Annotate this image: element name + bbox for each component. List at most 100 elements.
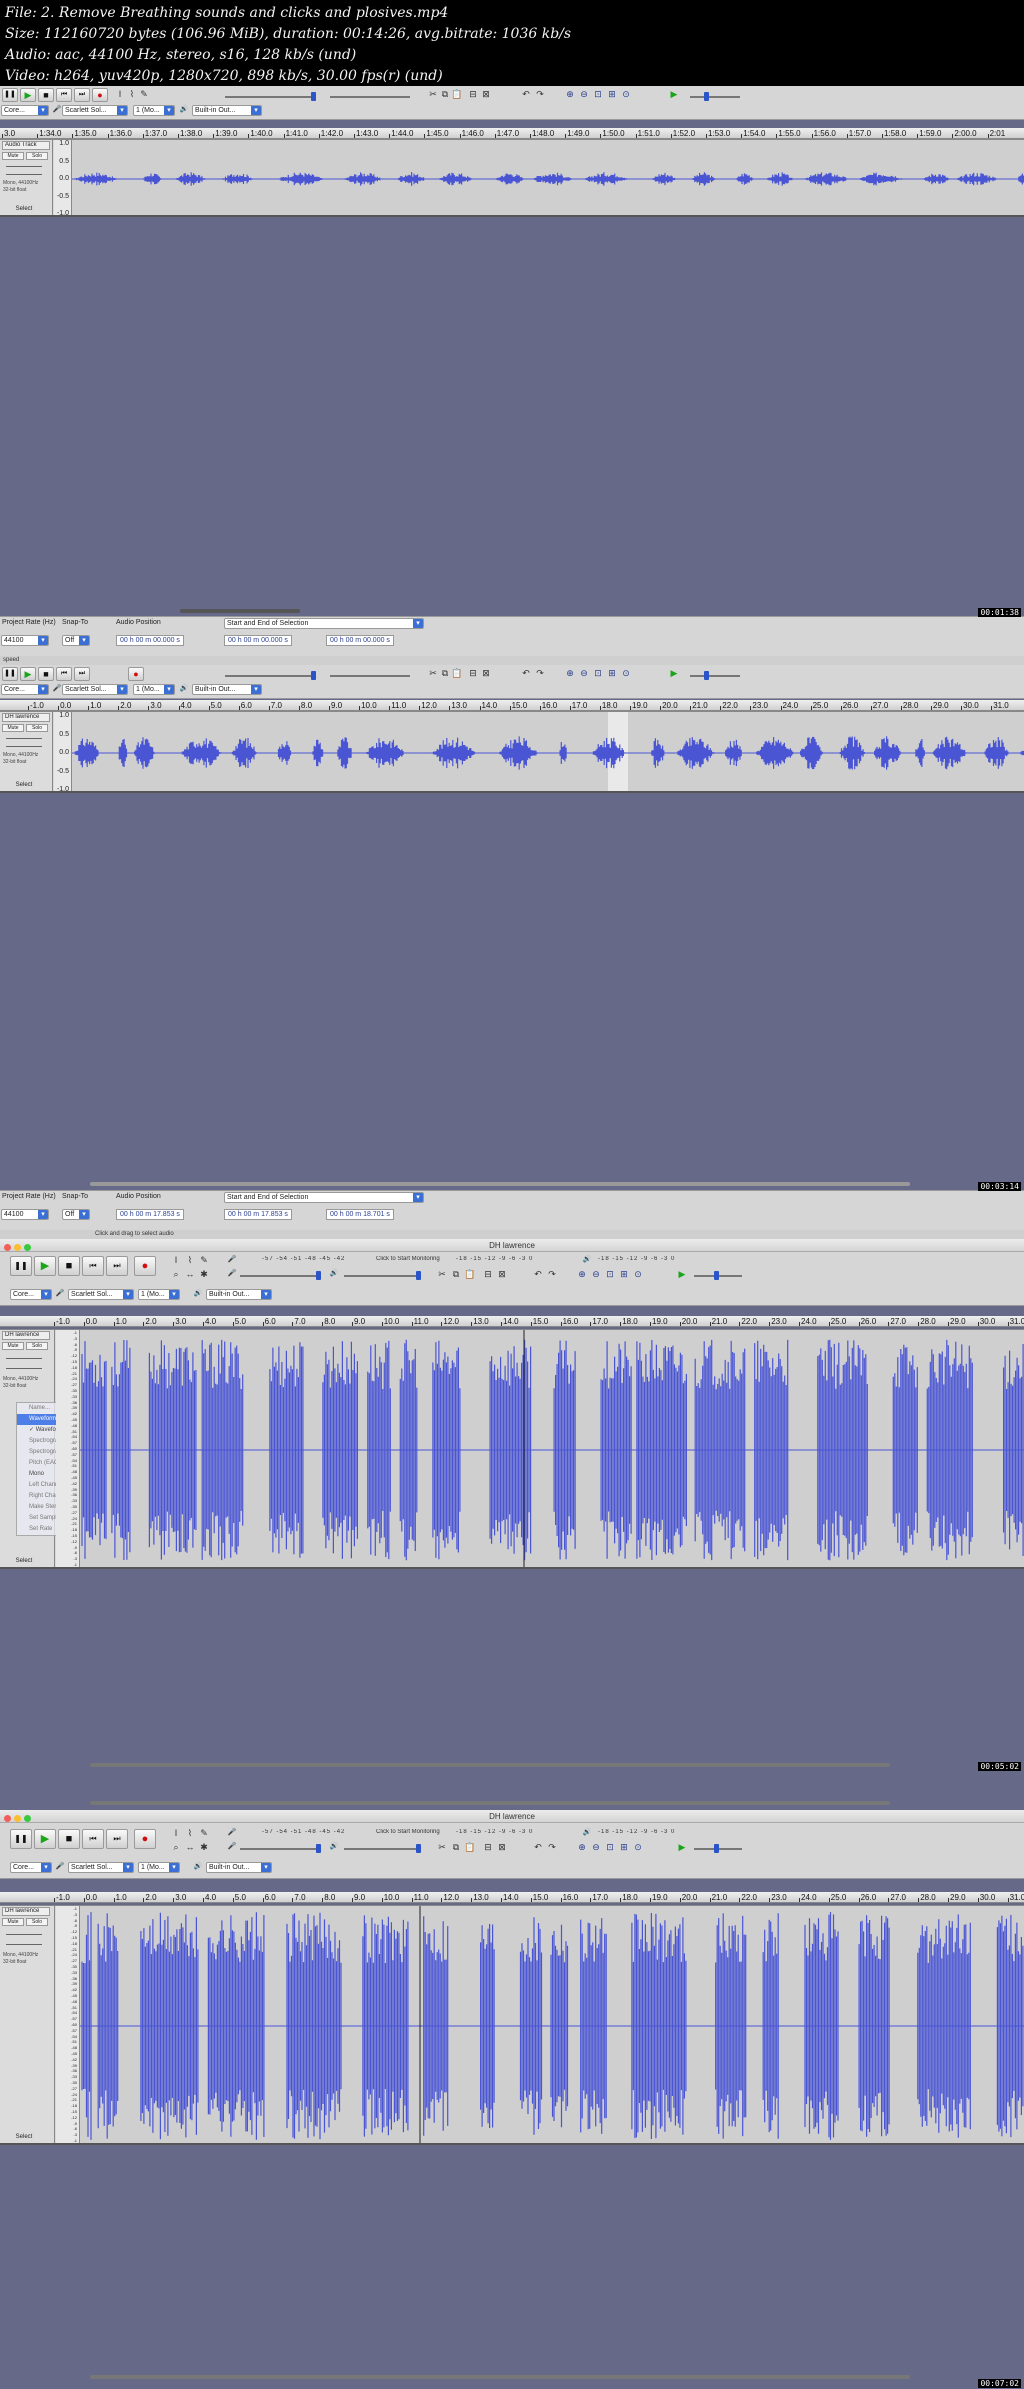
project-rate-combo[interactable]: 44100	[1, 1209, 49, 1220]
pan-slider[interactable]	[6, 1944, 42, 1945]
multi-tool-icon[interactable]: ✱	[198, 1268, 210, 1280]
play-button[interactable]: ▶	[34, 1256, 56, 1276]
monitor-label[interactable]: Click to Start Monitoring	[376, 1829, 440, 1839]
input-volume-slider[interactable]	[240, 1844, 321, 1853]
undo-icon[interactable]: ↶	[532, 1268, 544, 1280]
skip-end-button[interactable]: ⏭	[74, 88, 90, 102]
horizontal-scrollbar[interactable]	[90, 1763, 890, 1767]
audio-host-combo[interactable]: Core...	[10, 1289, 52, 1300]
gain-slider[interactable]	[6, 738, 42, 739]
stop-button[interactable]: ■	[38, 88, 54, 102]
selection-mode-combo[interactable]: Start and End of Selection	[224, 618, 424, 629]
cut-icon[interactable]: ✂	[427, 88, 439, 100]
paste-icon[interactable]: 📋	[464, 1268, 476, 1280]
output-volume-slider[interactable]	[344, 1271, 421, 1280]
pan-slider[interactable]	[6, 746, 42, 747]
zoom-window-icon[interactable]	[24, 1244, 31, 1251]
selection-start-field[interactable]: 00 h 00 m 00.000 s	[224, 635, 292, 646]
zoom-out-icon[interactable]: ⊖	[590, 1268, 602, 1280]
playback-device-combo[interactable]: Built-in Out...	[206, 1289, 272, 1300]
fit-selection-icon[interactable]: ⊡	[592, 667, 604, 679]
input-volume-slider[interactable]	[240, 1271, 321, 1280]
monitor-label[interactable]: Click to Start Monitoring	[376, 1256, 440, 1266]
audio-host-combo[interactable]: Core...	[1, 684, 49, 695]
horizontal-scrollbar[interactable]	[180, 609, 300, 613]
zoom-toggle-icon[interactable]: ⊙	[632, 1841, 644, 1853]
project-rate-combo[interactable]: 44100	[1, 635, 49, 646]
track-name-menu[interactable]: DH lawrence	[2, 1907, 50, 1916]
undo-icon[interactable]: ↶	[520, 667, 532, 679]
zoom-out-icon[interactable]: ⊖	[578, 88, 590, 100]
select-button[interactable]: Select	[4, 781, 44, 789]
zoom-out-icon[interactable]: ⊖	[578, 667, 590, 679]
skip-start-button[interactable]: ⏮	[82, 1829, 104, 1849]
play-speed-slider[interactable]	[690, 671, 740, 680]
recording-channels-combo[interactable]: 1 (Mo...	[133, 105, 175, 116]
horizontal-scrollbar[interactable]	[90, 1182, 910, 1186]
horizontal-scrollbar[interactable]	[90, 1801, 890, 1805]
input-meter[interactable]	[225, 671, 316, 680]
play-at-speed-icon[interactable]: ▶	[676, 1841, 688, 1853]
mute-button[interactable]: Mute	[2, 724, 24, 732]
audio-position-field[interactable]: 00 h 00 m 17.853 s	[116, 1209, 184, 1220]
envelope-tool-icon[interactable]: ⌇	[184, 1827, 196, 1839]
zoom-tool-icon[interactable]: ⌕	[170, 1268, 182, 1280]
gain-slider[interactable]	[6, 166, 42, 167]
timeshift-tool-icon[interactable]: ↔	[184, 1841, 196, 1853]
audio-position-field[interactable]: 00 h 00 m 00.000 s	[116, 635, 184, 646]
fit-project-icon[interactable]: ⊞	[606, 88, 618, 100]
recording-device-combo[interactable]: Scarlett Sol...	[62, 105, 128, 116]
record-button[interactable]: ●	[134, 1829, 156, 1849]
mute-button[interactable]: Mute	[2, 1918, 24, 1926]
silence-icon[interactable]: ⊠	[496, 1268, 508, 1280]
stop-button[interactable]: ■	[58, 1829, 80, 1849]
zoom-toggle-icon[interactable]: ⊙	[620, 667, 632, 679]
input-meter[interactable]	[225, 92, 316, 101]
recording-device-combo[interactable]: Scarlett Sol...	[62, 684, 128, 695]
timeline-ruler[interactable]: -1.0 0.0 1.0 2.0 3.0 4.0 5.0 6.0 7.0 8.0 9.0 10.0 11…	[0, 700, 1024, 711]
paste-icon[interactable]: 📋	[451, 88, 463, 100]
trim-icon[interactable]: ⊟	[482, 1841, 494, 1853]
envelope-tool-icon[interactable]: ⌇	[126, 88, 138, 100]
redo-icon[interactable]: ↷	[546, 1841, 558, 1853]
redo-icon[interactable]: ↷	[546, 1268, 558, 1280]
skip-start-button[interactable]: ⏮	[56, 667, 72, 681]
waveform-display[interactable]	[72, 712, 1024, 791]
solo-button[interactable]: Solo	[26, 152, 48, 160]
waveform-display[interactable]	[72, 140, 1024, 215]
record-button[interactable]: ●	[128, 667, 144, 681]
skip-start-button[interactable]: ⏮	[56, 88, 72, 102]
recording-device-combo[interactable]: Scarlett Sol...	[68, 1862, 134, 1873]
solo-button[interactable]: Solo	[26, 1342, 48, 1350]
zoom-in-icon[interactable]: ⊕	[576, 1841, 588, 1853]
draw-tool-icon[interactable]: ✎	[198, 1254, 210, 1266]
waveform-display[interactable]	[80, 1330, 1024, 1567]
close-window-icon[interactable]	[4, 1244, 11, 1251]
close-window-icon[interactable]	[4, 1815, 11, 1822]
minimize-window-icon[interactable]	[14, 1244, 21, 1251]
zoom-window-icon[interactable]	[24, 1815, 31, 1822]
multi-tool-icon[interactable]: ✱	[198, 1841, 210, 1853]
silence-icon[interactable]: ⊠	[496, 1841, 508, 1853]
mute-button[interactable]: Mute	[2, 152, 24, 160]
snap-to-combo[interactable]: Off	[62, 635, 90, 646]
play-button[interactable]: ▶	[20, 88, 36, 102]
trim-icon[interactable]: ⊟	[467, 88, 479, 100]
fit-selection-icon[interactable]: ⊡	[592, 88, 604, 100]
pan-slider[interactable]	[6, 1368, 42, 1369]
play-at-speed-icon[interactable]: ▶	[668, 88, 680, 100]
pan-slider[interactable]	[6, 174, 42, 175]
timeshift-tool-icon[interactable]: ↔	[184, 1268, 196, 1280]
redo-icon[interactable]: ↷	[534, 667, 546, 679]
fit-selection-icon[interactable]: ⊡	[604, 1841, 616, 1853]
playback-device-combo[interactable]: Built-in Out...	[192, 105, 262, 116]
recording-device-combo[interactable]: Scarlett Sol...	[68, 1289, 134, 1300]
record-button[interactable]: ●	[92, 88, 108, 102]
stop-button[interactable]: ■	[58, 1256, 80, 1276]
skip-end-button[interactable]: ⏭	[74, 667, 90, 681]
select-button[interactable]: Select	[4, 205, 44, 213]
trim-icon[interactable]: ⊟	[467, 667, 479, 679]
select-button[interactable]: Select	[4, 1557, 44, 1565]
pause-button[interactable]: ❚❚	[2, 667, 18, 681]
cut-icon[interactable]: ✂	[427, 667, 439, 679]
